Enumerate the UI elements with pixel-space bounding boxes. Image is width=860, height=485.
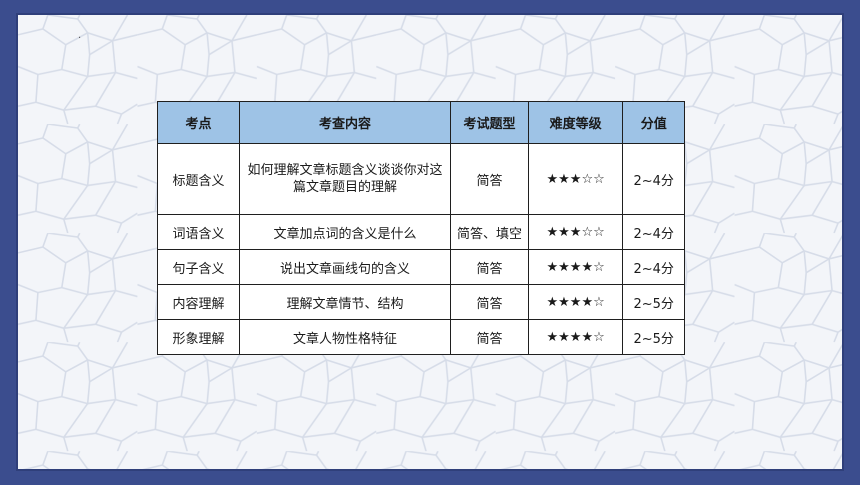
header-difficulty: 难度等级 <box>527 101 624 144</box>
cell-difficulty: ★★★☆☆ <box>527 143 624 215</box>
table-row: 形象理解 文章人物性格特征 简答 ★★★★☆ 2~5分 <box>157 319 685 355</box>
table-row: 标题含义 如何理解文章标题含义谈谈你对这篇文章题目的理解 简答 ★★★☆☆ 2~… <box>157 143 685 215</box>
header-content: 考查内容 <box>238 101 452 144</box>
table-row: 句子含义 说出文章画线句的含义 简答 ★★★★☆ 2~4分 <box>157 249 685 285</box>
cell-difficulty: ★★★★☆ <box>527 249 624 285</box>
cell-topic: 句子含义 <box>157 249 240 285</box>
cell-content: 理解文章情节、结构 <box>238 284 452 320</box>
cell-type: 简答 <box>450 284 529 320</box>
cell-score: 2~4分 <box>622 214 685 250</box>
table-header-row: 考点 考查内容 考试题型 难度等级 分值 <box>157 101 685 144</box>
table-row: 词语含义 文章加点词的含义是什么 简答、填空 ★★★☆☆ 2~4分 <box>157 214 685 250</box>
header-topic: 考点 <box>157 101 240 144</box>
cell-difficulty: ★★★☆☆ <box>527 214 624 250</box>
cell-type: 简答 <box>450 143 529 215</box>
dot-mark: · <box>78 33 82 44</box>
exam-table: 考点 考查内容 考试题型 难度等级 分值 标题含义 如何理解文章标题含义谈谈你对… <box>157 101 685 355</box>
cell-difficulty: ★★★★☆ <box>527 319 624 355</box>
cell-type: 简答、填空 <box>450 214 529 250</box>
table-row: 内容理解 理解文章情节、结构 简答 ★★★★☆ 2~5分 <box>157 284 685 320</box>
cell-content: 说出文章画线句的含义 <box>238 249 452 285</box>
cell-score: 2~5分 <box>622 319 685 355</box>
cell-content: 文章加点词的含义是什么 <box>238 214 452 250</box>
cell-difficulty: ★★★★☆ <box>527 284 624 320</box>
header-score: 分值 <box>622 101 685 144</box>
cell-type: 简答 <box>450 249 529 285</box>
cell-score: 2~5分 <box>622 284 685 320</box>
cell-topic: 标题含义 <box>157 143 240 215</box>
cell-type: 简答 <box>450 319 529 355</box>
cell-content: 如何理解文章标题含义谈谈你对这篇文章题目的理解 <box>238 143 452 215</box>
cell-topic: 词语含义 <box>157 214 240 250</box>
header-type: 考试题型 <box>450 101 529 144</box>
cell-content: 文章人物性格特征 <box>238 319 452 355</box>
cell-score: 2~4分 <box>622 249 685 285</box>
cell-topic: 形象理解 <box>157 319 240 355</box>
cell-score: 2~4分 <box>622 143 685 215</box>
cell-topic: 内容理解 <box>157 284 240 320</box>
